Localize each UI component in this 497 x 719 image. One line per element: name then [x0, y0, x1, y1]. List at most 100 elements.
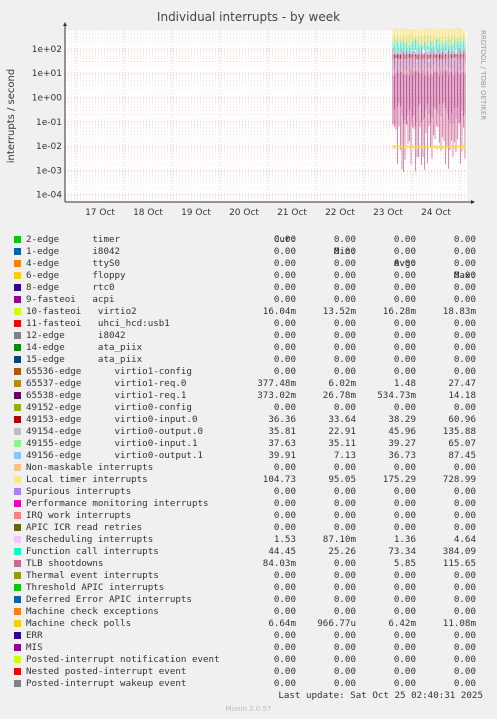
- legend-max: 0.00: [453, 234, 476, 245]
- legend-label: Machine check polls: [26, 618, 132, 629]
- legend-label: Posted-interrupt wakeup event: [26, 678, 187, 689]
- legend-max: 18.83m: [442, 306, 476, 317]
- legend-max: 0.00: [453, 366, 476, 377]
- legend-label: 14-edge ata_piix: [26, 342, 143, 353]
- chart-svg: 17 Oct 18 Oct 19 Oct 20 Oct 21 Oct 22 Oct 23 O…: [6, 22, 487, 218]
- legend-label: 1-edge i8042: [26, 246, 121, 257]
- x-tick-label: 21 Oct: [277, 208, 307, 218]
- legend-row: 49155-edge virtio0-input.1 37.63 35.11 39.2…: [0, 438, 497, 450]
- legend-max: 0.00: [453, 318, 476, 329]
- legend-swatch: [14, 500, 21, 507]
- legend-label: IRQ work interrupts: [26, 510, 132, 521]
- legend-max: 14.18: [448, 390, 476, 401]
- legend-swatch: [14, 560, 21, 567]
- legend-swatch: [14, 416, 21, 423]
- legend-max: 115.65: [442, 558, 476, 569]
- legend-max: 4.64: [453, 534, 476, 545]
- legend-label: 8-edge rtc0: [26, 282, 115, 293]
- legend-row: Machine check polls 6.64m 966.77u 6.42m 11.0…: [0, 618, 497, 630]
- legend-label: TLB shootdowns: [26, 558, 104, 569]
- legend-max: 11.08m: [442, 618, 476, 629]
- legend-swatch: [14, 608, 21, 615]
- x-tick-label: 24 Oct: [421, 208, 451, 218]
- legend-swatch: [14, 260, 21, 267]
- last-update: Last update: Sat Oct 25 02:40:31 2025: [278, 690, 483, 701]
- legend-label: 4-edge ttyS0: [26, 258, 121, 269]
- legend-row: Deferred Error APIC interrupts 0.00 0.00 0.…: [0, 594, 497, 606]
- legend-row: TLB shootdowns 84.03m 0.00 5.85 115.65: [0, 558, 497, 570]
- legend-max: 0.00: [453, 522, 476, 533]
- legend-row: 49154-edge virtio0-output.0 35.81 22.91 45.…: [0, 426, 497, 438]
- legend-swatch: [14, 512, 21, 519]
- legend-label: APIC ICR read retries: [26, 522, 143, 533]
- legend-label: 11-fasteoi uhci_hcd:usb1: [26, 318, 170, 329]
- legend-label: Thermal event interrupts: [26, 570, 159, 581]
- legend-row: 8-edge rtc0 0.00 0.00 0.00 0.00: [0, 282, 497, 294]
- legend-max: 0.00: [453, 510, 476, 521]
- x-tick-label: 23 Oct: [373, 208, 403, 218]
- legend-max: 65.07: [448, 438, 476, 449]
- legend-label: Posted-interrupt notification event: [26, 654, 220, 665]
- legend-max: 0.00: [453, 294, 476, 305]
- legend-row: Thermal event interrupts 0.00 0.00 0.00 0.00: [0, 570, 497, 582]
- legend-max: 0.00: [453, 342, 476, 353]
- legend-swatch: [14, 620, 21, 627]
- legend-max: 87.45: [448, 450, 476, 461]
- y-tick-label: 1e-02: [36, 142, 62, 152]
- legend-label: Threshold APIC interrupts: [26, 582, 165, 593]
- legend-max: 0.00: [453, 258, 476, 269]
- legend-label: Performance monitoring interrupts: [26, 498, 209, 509]
- legend-max: 728.99: [442, 474, 476, 485]
- legend-row: 49153-edge virtio0-input.0 36.36 33.64 38.2…: [0, 414, 497, 426]
- legend-label: Deferred Error APIC interrupts: [26, 594, 192, 605]
- legend-max: 0.00: [453, 570, 476, 581]
- legend-row: ERR 0.00 0.00 0.00 0.00: [0, 630, 497, 642]
- legend-max: 0.00: [453, 594, 476, 605]
- legend-swatch: [14, 548, 21, 555]
- legend-row: 2-edge timer 0.00 0.00 0.00 0.00: [0, 234, 497, 246]
- legend-row: Nested posted-interrupt event 0.00 0.00 0.0…: [0, 666, 497, 678]
- legend-row: 11-fasteoi uhci_hcd:usb1 0.00 0.00 0.00 0.00: [0, 318, 497, 330]
- y-tick-label: 1e+00: [32, 93, 63, 103]
- legend-max: 0.00: [453, 486, 476, 497]
- legend-max: 0.00: [453, 666, 476, 677]
- legend-label: 49154-edge virtio0-output.0: [26, 426, 204, 437]
- y-tick-label: 1e+01: [32, 69, 62, 79]
- legend-max: 0.00: [453, 654, 476, 665]
- munin-version: Munin 2.0.57: [225, 705, 272, 713]
- legend-label: 49152-edge virtio0-config: [26, 402, 192, 413]
- legend-swatch: [14, 272, 21, 279]
- legend-row: Machine check exceptions 0.00 0.00 0.00 0.00: [0, 606, 497, 618]
- y-axis-label: interrupts / second: [6, 69, 17, 163]
- legend-max: 0.00: [453, 582, 476, 593]
- legend-label: Function call interrupts: [26, 546, 159, 557]
- legend-row: 9-fasteoi acpi 0.00 0.00 0.00 0.00: [0, 294, 497, 306]
- legend-swatch: [14, 452, 21, 459]
- legend-row: 10-fasteoi virtio2 16.04m 13.52m 16.28m 18.8…: [0, 306, 497, 318]
- legend-max: 384.09: [442, 546, 476, 557]
- legend-row: 1-edge i8042 0.00 0.00 0.00 0.00: [0, 246, 497, 258]
- legend-swatch: [14, 296, 21, 303]
- legend-swatch: [14, 404, 21, 411]
- legend-label: 2-edge timer: [26, 234, 121, 245]
- legend-label: 9-fasteoi acpi: [26, 294, 115, 305]
- legend-row: Performance monitoring interrupts 0.00 0.0…: [0, 498, 497, 510]
- legend-row: Rescheduling interrupts 1.53 87.10m 1.36 4.6…: [0, 534, 497, 546]
- x-tick-label: 22 Oct: [325, 208, 355, 218]
- legend-label: ERR: [26, 630, 43, 641]
- legend-row: MIS 0.00 0.00 0.00 0.00: [0, 642, 497, 654]
- legend-swatch: [14, 536, 21, 543]
- legend-swatch: [14, 632, 21, 639]
- legend-max: 27.47: [448, 378, 476, 389]
- legend-swatch: [14, 392, 21, 399]
- legend-row: APIC ICR read retries 0.00 0.00 0.00 0.00: [0, 522, 497, 534]
- legend-row: Posted-interrupt wakeup event 0.00 0.00 0.0…: [0, 678, 497, 690]
- y-tick-label: 1e+02: [32, 45, 62, 55]
- legend-label: 15-edge ata_piix: [26, 354, 143, 365]
- legend-label: Machine check exceptions: [26, 606, 159, 617]
- legend-swatch: [14, 668, 21, 675]
- legend-swatch: [14, 656, 21, 663]
- legend-max: 0.00: [453, 630, 476, 641]
- legend-row: Function call interrupts 44.45 25.26 73.34 3…: [0, 546, 497, 558]
- legend-max: 0.00: [453, 246, 476, 257]
